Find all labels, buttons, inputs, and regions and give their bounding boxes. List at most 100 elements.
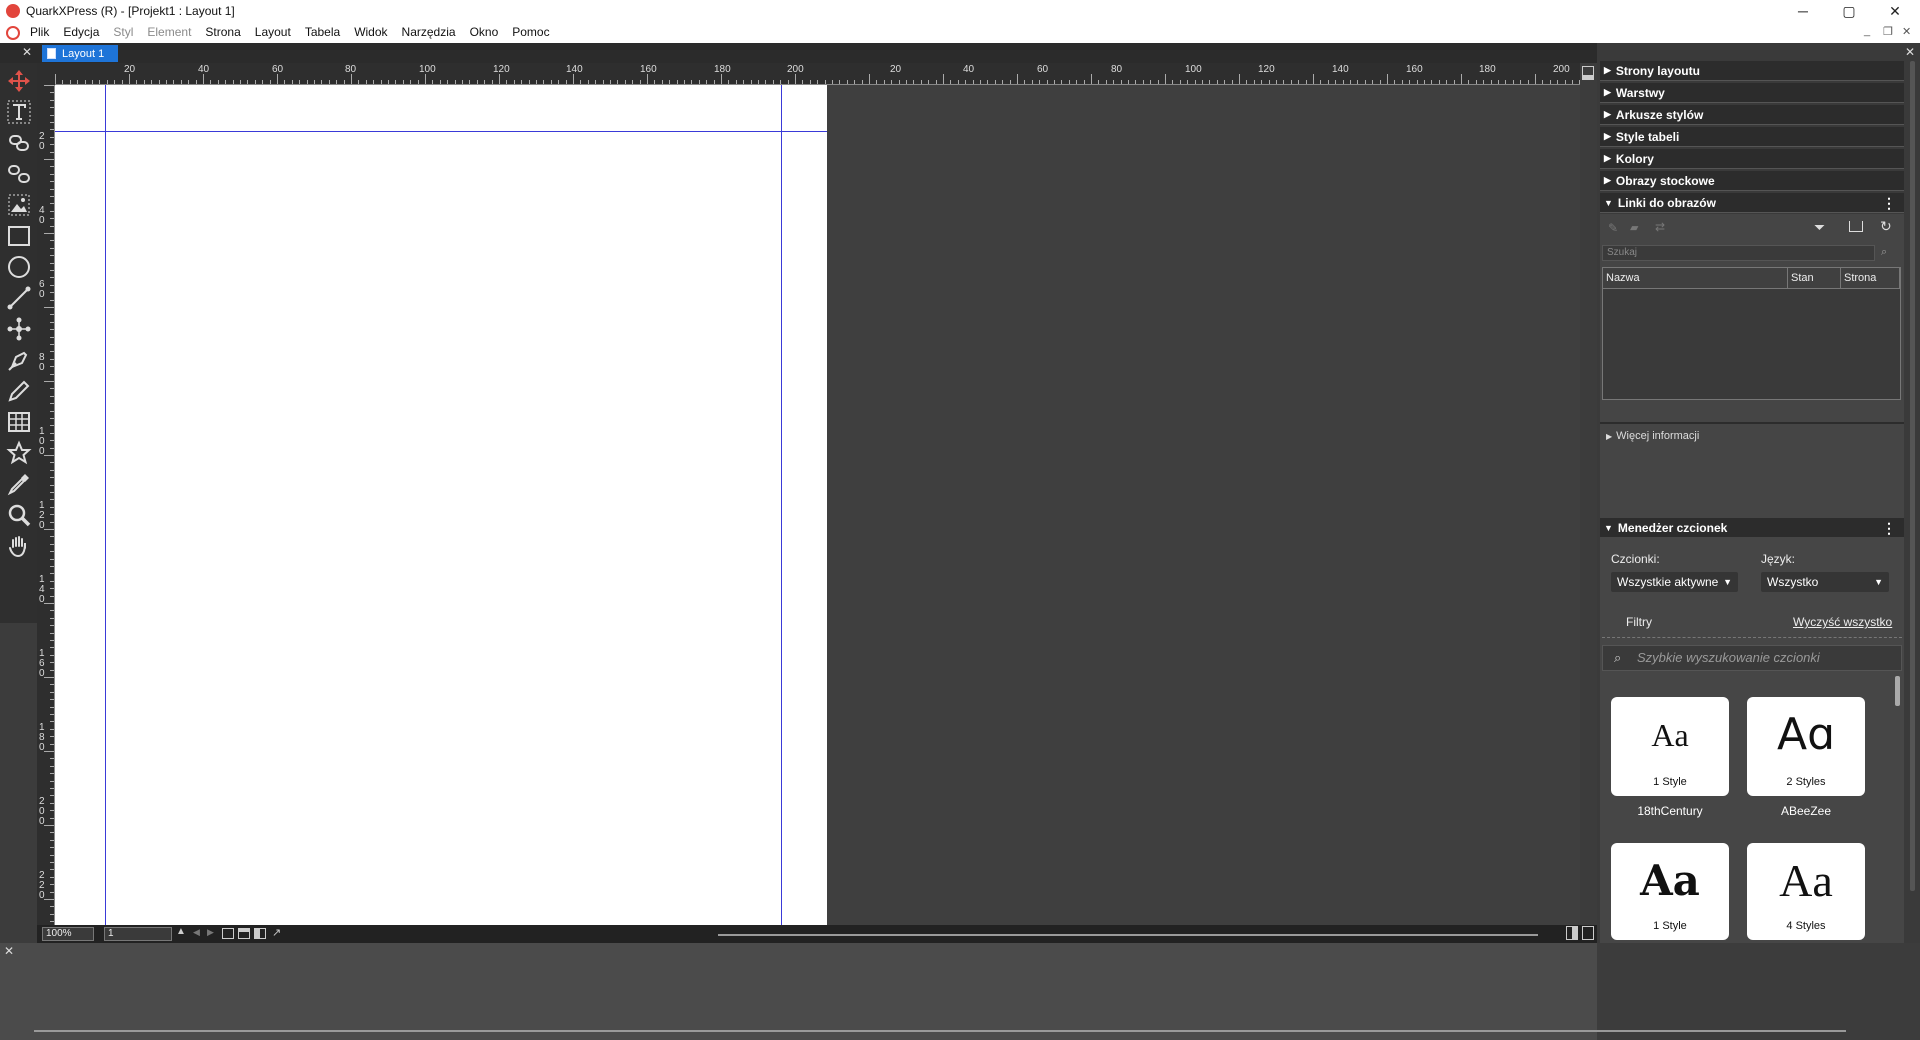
fonts-dropdown[interactable]: Wszystkie aktywne ▼ bbox=[1611, 572, 1738, 592]
picture-content-tool-icon[interactable] bbox=[3, 189, 34, 220]
font-list-scrollbar[interactable] bbox=[1895, 676, 1900, 706]
close-palettes-icon[interactable]: ✕ bbox=[22, 45, 32, 59]
star-box-tool-icon[interactable] bbox=[3, 437, 34, 468]
font-card[interactable]: Aɑ 2 Styles bbox=[1747, 697, 1865, 796]
panel-arkusze-stylow[interactable]: ▶ Arkusze stylów bbox=[1600, 105, 1904, 125]
next-page-icon[interactable]: ▶ bbox=[207, 927, 214, 938]
panel-linki-do-obrazow[interactable]: ▼ Linki do obrazów ⋮ bbox=[1600, 193, 1904, 213]
menu-plik[interactable]: Plik bbox=[23, 22, 56, 43]
layout-page[interactable] bbox=[55, 85, 827, 925]
eyedropper-tool-icon[interactable] bbox=[3, 468, 34, 499]
bottom-panel-close-icon[interactable]: ✕ bbox=[4, 944, 14, 958]
ruler-tick bbox=[1231, 80, 1233, 84]
ruler-tick bbox=[254, 80, 256, 84]
ruler-tick bbox=[358, 80, 360, 84]
filter-icon[interactable]: ⏷ bbox=[1814, 219, 1825, 236]
single-view-toggle-icon[interactable] bbox=[1582, 926, 1594, 940]
language-dropdown[interactable]: Wszystko ▼ bbox=[1761, 572, 1889, 592]
relink-icon[interactable]: ⇄ bbox=[1655, 220, 1665, 234]
dock-close-icon[interactable]: ✕ bbox=[1905, 45, 1915, 59]
menu-styl[interactable]: Styl bbox=[106, 22, 140, 43]
menu-narzedzia[interactable]: Narzędzia bbox=[395, 22, 463, 43]
dock-scrollbar[interactable] bbox=[1910, 61, 1915, 891]
menu-layout[interactable]: Layout bbox=[248, 22, 298, 43]
move-item-tool-icon[interactable] bbox=[3, 65, 34, 96]
maximize-button[interactable]: ▢ bbox=[1826, 0, 1872, 22]
line-tool-icon[interactable] bbox=[3, 282, 34, 313]
menu-pomoc[interactable]: Pomoc bbox=[505, 22, 556, 43]
page-number-field[interactable]: 1 bbox=[104, 927, 172, 941]
show-in-folder-icon[interactable]: ▰ bbox=[1630, 221, 1638, 234]
close-button[interactable]: ✕ bbox=[1872, 0, 1918, 22]
ruler-tick bbox=[913, 80, 915, 84]
font-search-input[interactable]: Szybkie wyszukowanie czcionki bbox=[1602, 645, 1902, 671]
ruler-tick bbox=[1179, 80, 1181, 84]
more-info-toggle[interactable]: ▶ Więcej informacji bbox=[1606, 430, 1699, 442]
split-view-toggle-icon[interactable] bbox=[1566, 926, 1578, 940]
panel-menu-icon[interactable]: ⋮ bbox=[1882, 195, 1896, 212]
clear-all-link[interactable]: Wyczyść wszystko bbox=[1793, 615, 1892, 629]
ruler-tick bbox=[1313, 74, 1314, 84]
menu-tabela[interactable]: Tabela bbox=[298, 22, 347, 43]
column-header-nazwa[interactable]: Nazwa bbox=[1603, 268, 1788, 289]
minimize-button[interactable]: ─ bbox=[1780, 0, 1826, 22]
zoom-field[interactable]: 100% bbox=[42, 927, 94, 941]
zoom-tool-icon[interactable] bbox=[3, 499, 34, 530]
page-menu-arrow-icon[interactable]: ▲ bbox=[176, 926, 186, 937]
menu-edycja[interactable]: Edycja bbox=[56, 22, 106, 43]
menu-widok[interactable]: Widok bbox=[347, 22, 394, 43]
column-header-strona[interactable]: Strona bbox=[1841, 268, 1900, 289]
menu-strona[interactable]: Strona bbox=[198, 22, 247, 43]
panel-warstwy[interactable]: ▶ Warstwy bbox=[1600, 83, 1904, 103]
vertical-split-icon[interactable] bbox=[1582, 66, 1594, 80]
panel-kolory[interactable]: ▶ Kolory bbox=[1600, 149, 1904, 169]
ruler-tick bbox=[166, 80, 167, 84]
bezier-tool-icon[interactable] bbox=[3, 313, 34, 344]
panel-menu-icon[interactable]: ⋮ bbox=[1882, 520, 1896, 537]
ruler-origin[interactable] bbox=[37, 63, 55, 85]
ruler-tick bbox=[1520, 80, 1522, 84]
layout-canvas[interactable] bbox=[55, 85, 1580, 925]
text-linking-tool-icon[interactable] bbox=[3, 127, 34, 158]
column-header-stan[interactable]: Stan bbox=[1788, 268, 1841, 289]
mdi-close-button[interactable]: ✕ bbox=[1902, 25, 1911, 38]
pan-tool-icon[interactable] bbox=[3, 530, 34, 561]
font-card[interactable]: Aa 1 Style bbox=[1611, 843, 1729, 940]
bottom-panel-scrollbar[interactable] bbox=[34, 1030, 1846, 1032]
pen-tool-icon[interactable] bbox=[3, 344, 34, 375]
mdi-minimize-button[interactable]: _ bbox=[1864, 25, 1870, 37]
export-icon[interactable]: ↗ bbox=[272, 926, 281, 939]
oval-box-tool-icon[interactable] bbox=[3, 251, 34, 282]
app-menu-icon[interactable] bbox=[6, 25, 20, 40]
side-view-icon[interactable] bbox=[254, 928, 266, 939]
edit-original-icon[interactable]: ✎ bbox=[1608, 221, 1618, 235]
ruler-label: 60 bbox=[1037, 64, 1049, 75]
view-mode-icon[interactable] bbox=[222, 928, 234, 939]
refresh-icon[interactable]: ↻ bbox=[1880, 218, 1892, 235]
panel-menedzer-czcionek[interactable]: ▼ Menedżer czcionek ⋮ bbox=[1600, 518, 1904, 538]
menu-okno[interactable]: Okno bbox=[463, 22, 506, 43]
freehand-tool-icon[interactable] bbox=[3, 375, 34, 406]
text-content-tool-icon[interactable] bbox=[3, 96, 34, 127]
mdi-restore-button[interactable]: ❐ bbox=[1883, 25, 1893, 38]
horizontal-ruler[interactable]: 20 40 60 80 100 120 140 160 180 200 20 40 60 80 100 120… bbox=[55, 63, 1581, 85]
filters-toggle[interactable]: Filtry bbox=[1626, 615, 1652, 629]
search-icon[interactable]: ⌕ bbox=[1881, 246, 1887, 259]
links-search-input[interactable]: Szukaj bbox=[1602, 245, 1875, 261]
font-card[interactable]: Aa 1 Style bbox=[1611, 697, 1729, 796]
split-view-icon[interactable] bbox=[238, 928, 250, 939]
table-tool-icon[interactable] bbox=[3, 406, 34, 437]
rectangle-box-tool-icon[interactable] bbox=[3, 220, 34, 251]
panel-strony-layoutu[interactable]: ▶ Strony layoutu bbox=[1600, 61, 1904, 81]
panel-obrazy-stockowe[interactable]: ▶ Obrazy stockowe bbox=[1600, 171, 1904, 191]
font-card[interactable]: Aa 4 Styles bbox=[1747, 843, 1865, 940]
menu-element[interactable]: Element bbox=[140, 22, 198, 43]
text-unlinking-tool-icon[interactable] bbox=[3, 158, 34, 189]
prev-page-icon[interactable]: ◀ bbox=[193, 927, 200, 938]
ruler-label: 1 6 0 bbox=[39, 648, 45, 679]
columns-icon[interactable] bbox=[1849, 221, 1863, 232]
vertical-ruler[interactable]: 2 0 4 0 6 0 8 0 1 0 0 1 2 0 1 4 0 1 6 0 1 8 0 2 0… bbox=[37, 85, 55, 925]
tab-layout-1[interactable]: Layout 1 bbox=[42, 45, 118, 62]
panel-style-tabeli[interactable]: ▶ Style tabeli bbox=[1600, 127, 1904, 147]
horizontal-scrollbar[interactable] bbox=[718, 934, 1538, 936]
